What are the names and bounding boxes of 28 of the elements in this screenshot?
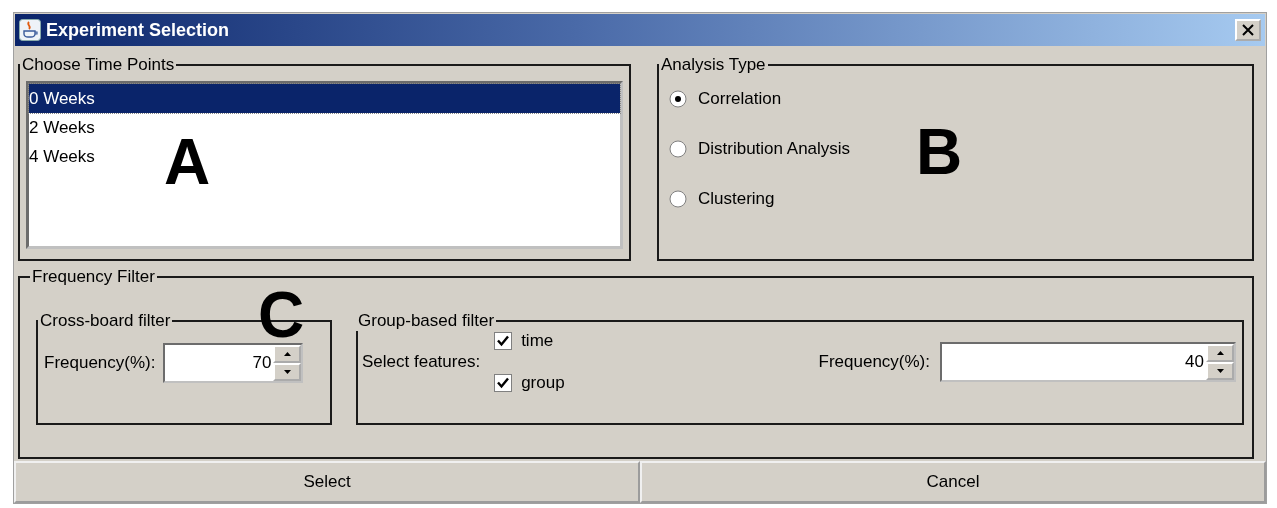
window-title: Experiment Selection bbox=[46, 19, 230, 41]
list-item[interactable]: 2 Weeks bbox=[29, 113, 95, 142]
field-label: Frequency(%): bbox=[44, 353, 156, 373]
checkbox-icon[interactable] bbox=[494, 374, 513, 392]
radio-option[interactable]: Clustering bbox=[669, 189, 1242, 209]
close-button[interactable] bbox=[1235, 19, 1261, 41]
annotation-letter: B bbox=[916, 128, 963, 176]
close-icon[interactable] bbox=[1241, 24, 1255, 36]
panel-title: Cross-board filter bbox=[39, 311, 172, 331]
panel-title: Frequency Filter bbox=[31, 267, 156, 287]
checkbox-icon[interactable] bbox=[494, 332, 513, 350]
checkbox-option[interactable]: time bbox=[494, 331, 565, 351]
radio-button-icon[interactable] bbox=[669, 140, 687, 158]
select-button[interactable]: Select bbox=[14, 461, 640, 503]
field-label: Select features: bbox=[362, 352, 481, 372]
cancel-button[interactable]: Cancel bbox=[640, 461, 1266, 503]
annotation-letter: A bbox=[164, 138, 211, 186]
panel-title: Group-based filter bbox=[357, 311, 496, 331]
checkbox-option[interactable]: group bbox=[494, 373, 565, 393]
panel-title: Analysis Type bbox=[660, 55, 767, 75]
radio-option[interactable]: Correlation bbox=[669, 89, 1242, 109]
cup-icon bbox=[19, 19, 41, 41]
radio-button-icon[interactable] bbox=[669, 90, 687, 108]
field-label: Frequency(%): bbox=[818, 352, 930, 372]
list-item[interactable]: 0 Weeks bbox=[29, 84, 620, 113]
radio-button-icon[interactable] bbox=[669, 190, 687, 208]
list-item[interactable]: 4 Weeks bbox=[29, 142, 95, 171]
panel-title: Choose Time Points bbox=[21, 55, 176, 75]
